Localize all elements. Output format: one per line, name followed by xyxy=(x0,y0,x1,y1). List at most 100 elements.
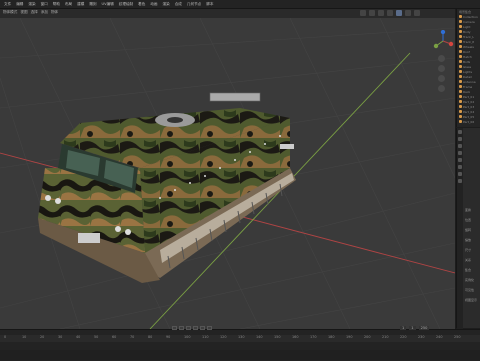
timeline-ruler[interactable]: 0 10 20 30 40 50 60 70 80 90 100 110 120… xyxy=(0,335,480,342)
zoom-icon[interactable] xyxy=(438,55,445,62)
3d-viewport[interactable] xyxy=(0,18,455,329)
property-row[interactable]: 视图显示 xyxy=(465,298,477,302)
outliner-item[interactable]: Part_06 xyxy=(457,119,480,124)
property-row[interactable]: 缩放 xyxy=(465,238,477,242)
object-icon xyxy=(459,60,462,63)
frame-tick: 200 xyxy=(364,335,371,339)
property-row[interactable]: 尺寸 xyxy=(465,248,477,252)
frame-tick: 90 xyxy=(166,335,171,339)
frame-tick: 110 xyxy=(202,335,209,339)
add-menu[interactable]: 添加 xyxy=(41,10,48,15)
object-icon xyxy=(459,110,462,113)
properties-rows: 变换 位置 旋转 缩放 尺寸 关系 集合 实例化 可见性 视图显示 xyxy=(465,208,477,302)
object-icon xyxy=(459,85,462,88)
frame-tick: 220 xyxy=(400,335,407,339)
jump-start-icon[interactable] xyxy=(172,326,177,330)
render-tab-icon[interactable] xyxy=(458,137,462,141)
start-frame-field[interactable]: 1 xyxy=(409,326,416,330)
object-icon xyxy=(459,55,462,58)
object-icon xyxy=(459,105,462,108)
camera-view-icon[interactable] xyxy=(438,75,445,82)
frame-tick: 150 xyxy=(274,335,281,339)
view-menu[interactable]: 视图 xyxy=(20,10,27,15)
property-row[interactable]: 关系 xyxy=(465,258,477,262)
tab-animation[interactable]: 动画 xyxy=(150,2,157,7)
property-row[interactable]: 集合 xyxy=(465,268,477,272)
visibility-icon[interactable] xyxy=(360,10,366,16)
prev-keyframe-icon[interactable] xyxy=(179,326,184,330)
viewport-scene xyxy=(0,18,455,329)
frame-range: 1 1 250 xyxy=(400,326,430,330)
object-menu[interactable]: 物体 xyxy=(51,10,58,15)
tool-tab-icon[interactable] xyxy=(458,130,462,134)
tab-layout[interactable]: 布局 xyxy=(65,2,72,7)
object-icon xyxy=(459,50,462,53)
modifier-tab-icon[interactable] xyxy=(458,172,462,176)
object-icon xyxy=(459,70,462,73)
tab-compositing[interactable]: 合成 xyxy=(175,2,182,7)
material-shading-icon[interactable] xyxy=(405,10,411,16)
frame-tick: 160 xyxy=(292,335,299,339)
viewport-shading-controls xyxy=(360,10,420,16)
frame-tick: 50 xyxy=(94,335,99,339)
object-icon xyxy=(459,40,462,43)
scene-tab-icon[interactable] xyxy=(458,151,462,155)
frame-tick: 70 xyxy=(130,335,135,339)
overlay-icon[interactable] xyxy=(369,10,375,16)
property-row[interactable]: 旋转 xyxy=(465,228,477,232)
outliner-title: 场景集合 xyxy=(459,9,472,14)
frame-tick: 30 xyxy=(58,335,63,339)
rendered-shading-icon[interactable] xyxy=(414,10,420,16)
frame-tick: 210 xyxy=(382,335,389,339)
property-row[interactable]: 位置 xyxy=(465,218,477,222)
object-icon xyxy=(459,115,462,118)
tab-scripting[interactable]: 脚本 xyxy=(206,2,213,7)
xray-icon[interactable] xyxy=(378,10,384,16)
tab-uv[interactable]: UV编辑 xyxy=(102,2,114,7)
object-icon xyxy=(459,90,462,93)
mode-select[interactable]: 物体模式 xyxy=(3,10,17,15)
frame-tick: 240 xyxy=(436,335,443,339)
frame-tick: 170 xyxy=(310,335,317,339)
object-icon xyxy=(459,95,462,98)
tab-rendering[interactable]: 渲染 xyxy=(163,2,170,7)
end-frame-field[interactable]: 250 xyxy=(418,326,430,330)
output-tab-icon[interactable] xyxy=(458,144,462,148)
property-row[interactable]: 可见性 xyxy=(465,288,477,292)
select-menu[interactable]: 选择 xyxy=(31,10,38,15)
material-tab-icon[interactable] xyxy=(458,179,462,183)
tracked-vehicle-model[interactable] xyxy=(38,92,296,283)
menu-help[interactable]: 帮助 xyxy=(53,2,60,7)
object-icon xyxy=(459,65,462,68)
menu-window[interactable]: 窗口 xyxy=(41,2,48,7)
tab-shading[interactable]: 着色 xyxy=(138,2,145,7)
status-bar xyxy=(0,350,480,360)
play-icon[interactable] xyxy=(193,326,198,330)
tab-modeling[interactable]: 建模 xyxy=(77,2,84,7)
object-icon xyxy=(459,75,462,78)
pan-icon[interactable] xyxy=(438,65,445,72)
tab-sculpting[interactable]: 雕刻 xyxy=(89,2,96,7)
perspective-toggle-icon[interactable] xyxy=(438,85,445,92)
jump-end-icon[interactable] xyxy=(207,326,212,330)
menu-edit[interactable]: 编辑 xyxy=(16,2,23,7)
object-icon xyxy=(459,25,462,28)
play-reverse-icon[interactable] xyxy=(186,326,191,330)
property-row[interactable]: 实例化 xyxy=(465,278,477,282)
menu-file[interactable]: 文件 xyxy=(4,2,11,7)
frame-tick: 120 xyxy=(220,335,227,339)
menu-render[interactable]: 渲染 xyxy=(28,2,35,7)
tab-geometry-nodes[interactable]: 几何节点 xyxy=(187,2,201,7)
navigation-gizmo[interactable] xyxy=(432,30,454,52)
next-keyframe-icon[interactable] xyxy=(200,326,205,330)
solid-shading-icon[interactable] xyxy=(396,10,402,16)
current-frame-field[interactable]: 1 xyxy=(400,326,407,330)
tab-texture-paint[interactable]: 纹理绘制 xyxy=(119,2,133,7)
object-tab-icon[interactable] xyxy=(458,165,462,169)
object-icon xyxy=(459,80,462,83)
property-row[interactable]: 变换 xyxy=(465,208,477,212)
menu-bar: 文件 编辑 渲染 窗口 帮助 布局 建模 雕刻 UV编辑 纹理绘制 着色 动画 … xyxy=(0,0,480,9)
world-tab-icon[interactable] xyxy=(458,158,462,162)
viewport-header-menus: 物体模式 视图 选择 添加 物体 xyxy=(3,10,58,15)
wireframe-shading-icon[interactable] xyxy=(387,10,393,16)
